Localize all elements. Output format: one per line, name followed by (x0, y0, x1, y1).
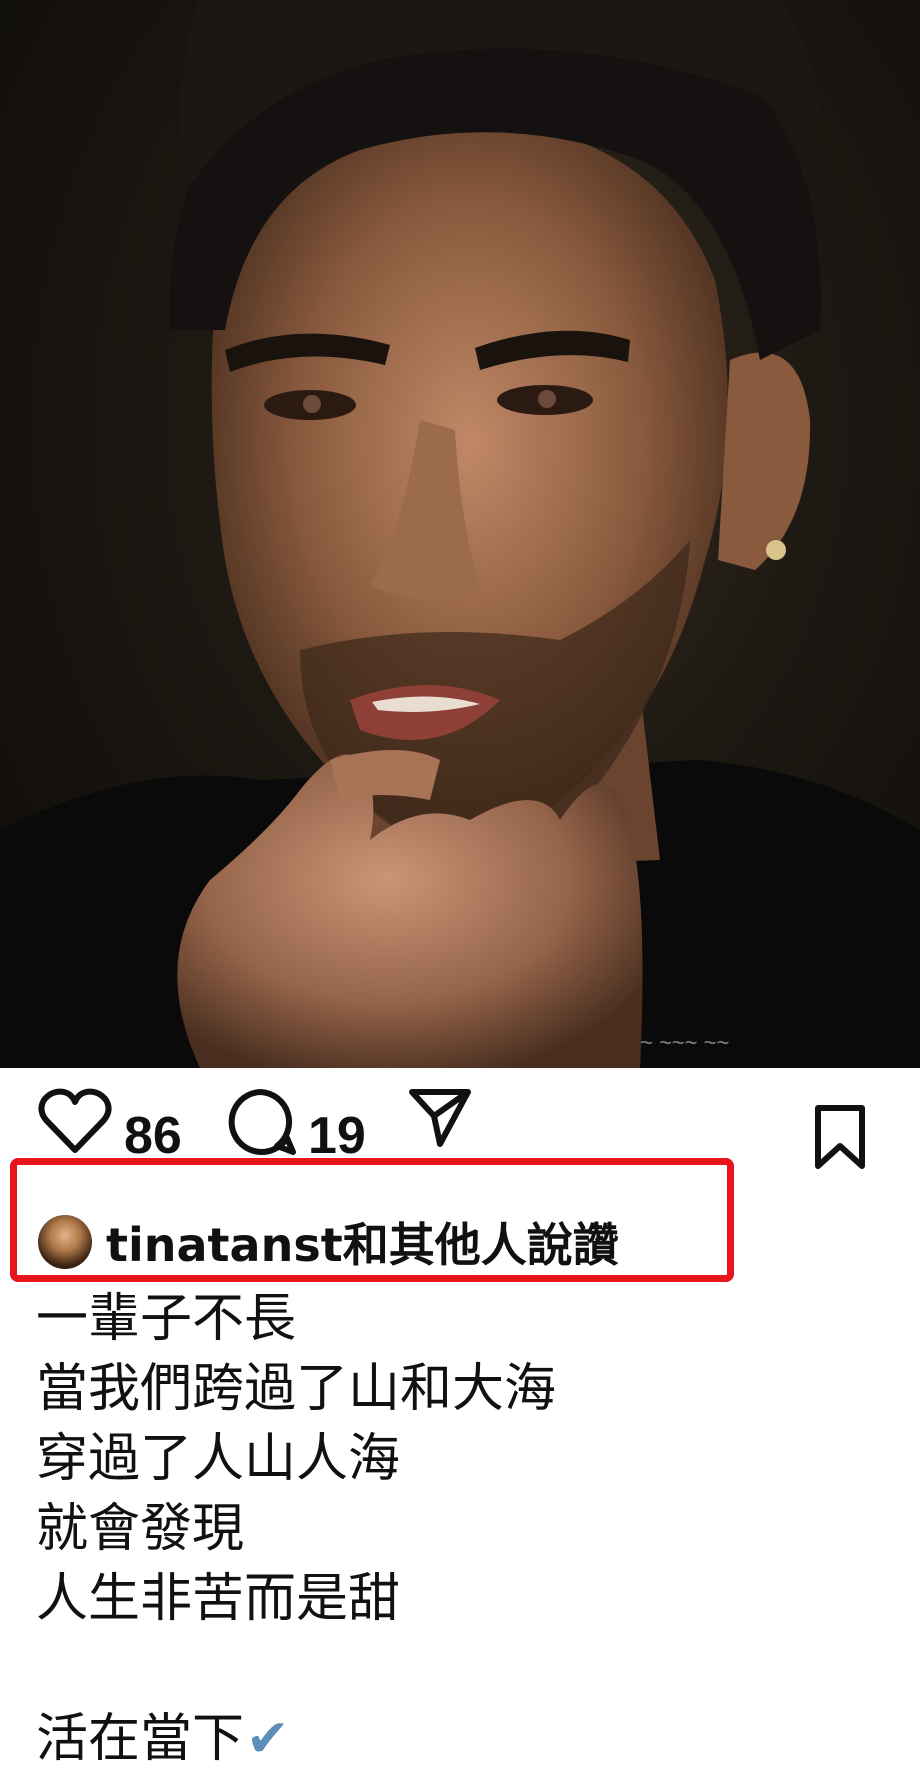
portrait-illustration: ~ ~~~ ~~ (0, 0, 920, 1068)
post-photo[interactable]: ~ ~~~ ~~ (0, 0, 920, 1068)
caption-line: 人生非苦而是甜 (36, 1569, 401, 1629)
avatar[interactable] (38, 1215, 92, 1269)
svg-text:~ ~~~ ~~: ~ ~~~ ~~ (640, 1030, 729, 1055)
caption-last-line: 活在當下✔ (36, 1704, 896, 1774)
bookmark-icon[interactable] (812, 1104, 868, 1170)
check-mark-icon: ✔ (246, 1709, 290, 1769)
liked-by-row[interactable]: tinatanst和其他人說讚 (38, 1212, 619, 1272)
caption-line-text: 活在當下 (36, 1709, 245, 1769)
comment-count[interactable]: 19 (308, 1110, 366, 1162)
speech-bubble-icon[interactable] (225, 1086, 297, 1158)
post-action-bar: 86 19 (0, 1068, 920, 1169)
post-caption: 一輩子不長 當我們跨過了山和大海 穿過了人山人海 就會發現 人生非苦而是甜 活在… (36, 1284, 896, 1774)
caption-line: 就會發現 (36, 1499, 245, 1559)
liked-by-text[interactable]: tinatanst和其他人說讚 (106, 1209, 619, 1275)
caption-line: 穿過了人山人海 (36, 1429, 401, 1489)
caption-line: 當我們跨過了山和大海 (36, 1359, 557, 1419)
caption-line: 一輩子不長 (36, 1289, 297, 1349)
heart-outline-icon[interactable] (38, 1088, 112, 1154)
paper-plane-icon[interactable] (408, 1086, 472, 1150)
like-count[interactable]: 86 (124, 1110, 182, 1162)
